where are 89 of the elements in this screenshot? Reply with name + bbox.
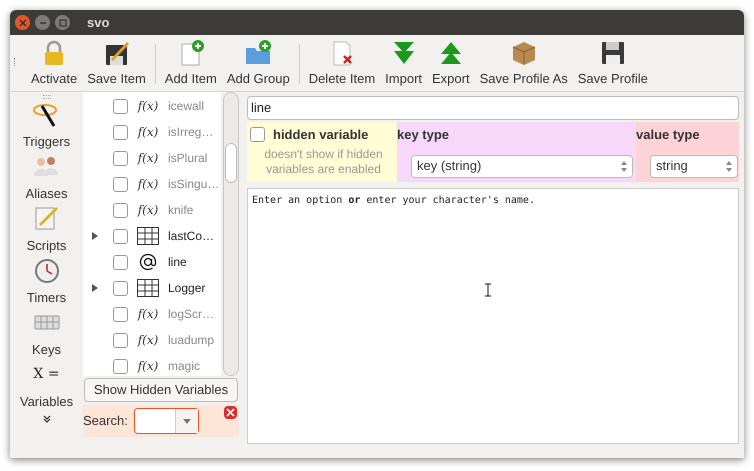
search-label: Search:	[83, 412, 128, 430]
code-editor[interactable]: Enter an option or enter your character's name.	[247, 188, 739, 444]
toolbar-button[interactable]: Activate	[26, 38, 82, 88]
show-hidden-variables-button[interactable]: Show Hidden Variables	[84, 378, 238, 402]
close-button[interactable]	[15, 15, 30, 30]
hidden-variable-hint: doesn't show if hidden variables are enabled	[263, 146, 384, 176]
window-title: svo	[87, 14, 110, 32]
function-glyph: f(x)	[136, 358, 160, 375]
checkbox[interactable]	[113, 228, 128, 244]
expander-icon[interactable]	[91, 284, 99, 292]
variable-glyph: X =	[33, 364, 60, 384]
key-type-select[interactable]: key (string)	[411, 154, 633, 178]
tree-item[interactable]: f(x) magic	[83, 353, 221, 376]
scrollbar[interactable]	[223, 92, 239, 376]
variable-name: logScr…	[168, 306, 214, 323]
toolbar-button[interactable]: Save Item	[82, 38, 151, 88]
variable-name: isIrreg…	[168, 124, 214, 141]
tree-item[interactable]: f(x) isIrreg…	[83, 119, 221, 145]
toolbar-button[interactable]: Delete Item	[304, 38, 380, 88]
key-type-label: key type	[397, 126, 450, 144]
folder-plus-icon	[244, 38, 272, 66]
tree-item[interactable]: f(x) logScr…	[83, 301, 221, 327]
variable-name: isPlural	[168, 150, 208, 167]
function-glyph: f(x)	[136, 332, 160, 349]
dropdown-caret-icon	[182, 418, 191, 424]
close-icon	[18, 18, 26, 26]
value-type-select[interactable]: string	[650, 154, 738, 178]
variable-name: magic	[168, 358, 200, 375]
name-field[interactable]: line	[247, 96, 739, 120]
tree-item[interactable]: f(x) knife	[83, 197, 221, 223]
function-glyph: f(x)	[136, 124, 160, 141]
toolbar-button[interactable]: Add Item	[160, 38, 222, 88]
tree-item[interactable]: line	[83, 249, 221, 275]
toolbar-button[interactable]: Export	[427, 38, 475, 88]
toolbar-button[interactable]: Save Profile As	[474, 38, 573, 88]
toolbar-button[interactable]: Save Profile	[572, 38, 653, 88]
checkbox[interactable]	[113, 306, 128, 322]
checkbox[interactable]	[113, 358, 128, 374]
checkbox[interactable]	[113, 176, 128, 192]
hidden-variable-checkbox[interactable]	[250, 127, 265, 142]
variable-name: Logger	[168, 280, 206, 297]
text-cursor-icon	[484, 283, 492, 297]
tree-item[interactable]: f(x) isPlural	[83, 145, 221, 171]
spin-arrows-icon	[726, 160, 732, 172]
function-glyph: f(x)	[136, 306, 160, 323]
checkbox[interactable]	[113, 202, 128, 218]
variable-name: isSingu…	[168, 176, 220, 193]
value-type-label: value type	[636, 126, 701, 144]
sidebar-item[interactable]: Triggers	[22, 99, 70, 151]
sidebar-item[interactable]: Timers	[26, 255, 66, 307]
at-sign-icon	[138, 252, 158, 272]
table-icon	[137, 227, 159, 245]
hidden-variable-label: hidden variable	[273, 126, 368, 144]
variable-name: knife	[168, 202, 194, 219]
checkbox[interactable]	[113, 332, 128, 348]
sidebar-item[interactable]: Keys	[32, 307, 61, 359]
sidebar-item[interactable]: Aliases	[26, 151, 68, 203]
code-line: Enter an option or enter your character's name.	[252, 194, 536, 208]
function-glyph: f(x)	[136, 98, 160, 115]
function-glyph: f(x)	[136, 202, 160, 219]
variable-name: icewall	[168, 98, 204, 115]
tree-item[interactable]: Logger	[83, 275, 221, 301]
expander-icon[interactable]	[91, 232, 99, 240]
tree-item[interactable]: f(x) icewall	[83, 93, 221, 119]
function-glyph: f(x)	[136, 176, 160, 193]
function-glyph: f(x)	[136, 150, 160, 167]
minimize-button[interactable]	[35, 15, 50, 30]
checkbox[interactable]	[113, 254, 128, 270]
variable-name: luadump	[168, 332, 214, 349]
maximize-icon	[58, 18, 66, 26]
more-chevron-icon	[42, 415, 50, 423]
checkbox[interactable]	[113, 124, 128, 140]
tree-item[interactable]: f(x) isSingu…	[83, 171, 221, 197]
sidebar-item[interactable]: X = Variables	[20, 359, 74, 411]
checkbox[interactable]	[113, 150, 128, 166]
tree-item[interactable]: f(x) luadump	[83, 327, 221, 353]
toolbar-button[interactable]: Add Group	[222, 38, 295, 88]
variable-name: line	[168, 254, 187, 271]
search-combo[interactable]	[134, 408, 199, 434]
checkbox[interactable]	[113, 280, 128, 296]
maximize-button[interactable]	[55, 15, 70, 30]
clear-search-button[interactable]	[224, 406, 237, 419]
toolbar-button[interactable]: Import	[380, 38, 428, 88]
checkbox[interactable]	[113, 98, 128, 114]
variable-name: lastCo…	[168, 228, 214, 245]
sidebar-item[interactable]: Scripts	[26, 203, 66, 255]
tree-item[interactable]: lastCo…	[83, 223, 221, 249]
table-icon	[137, 279, 159, 297]
spin-arrows-icon	[621, 160, 627, 172]
